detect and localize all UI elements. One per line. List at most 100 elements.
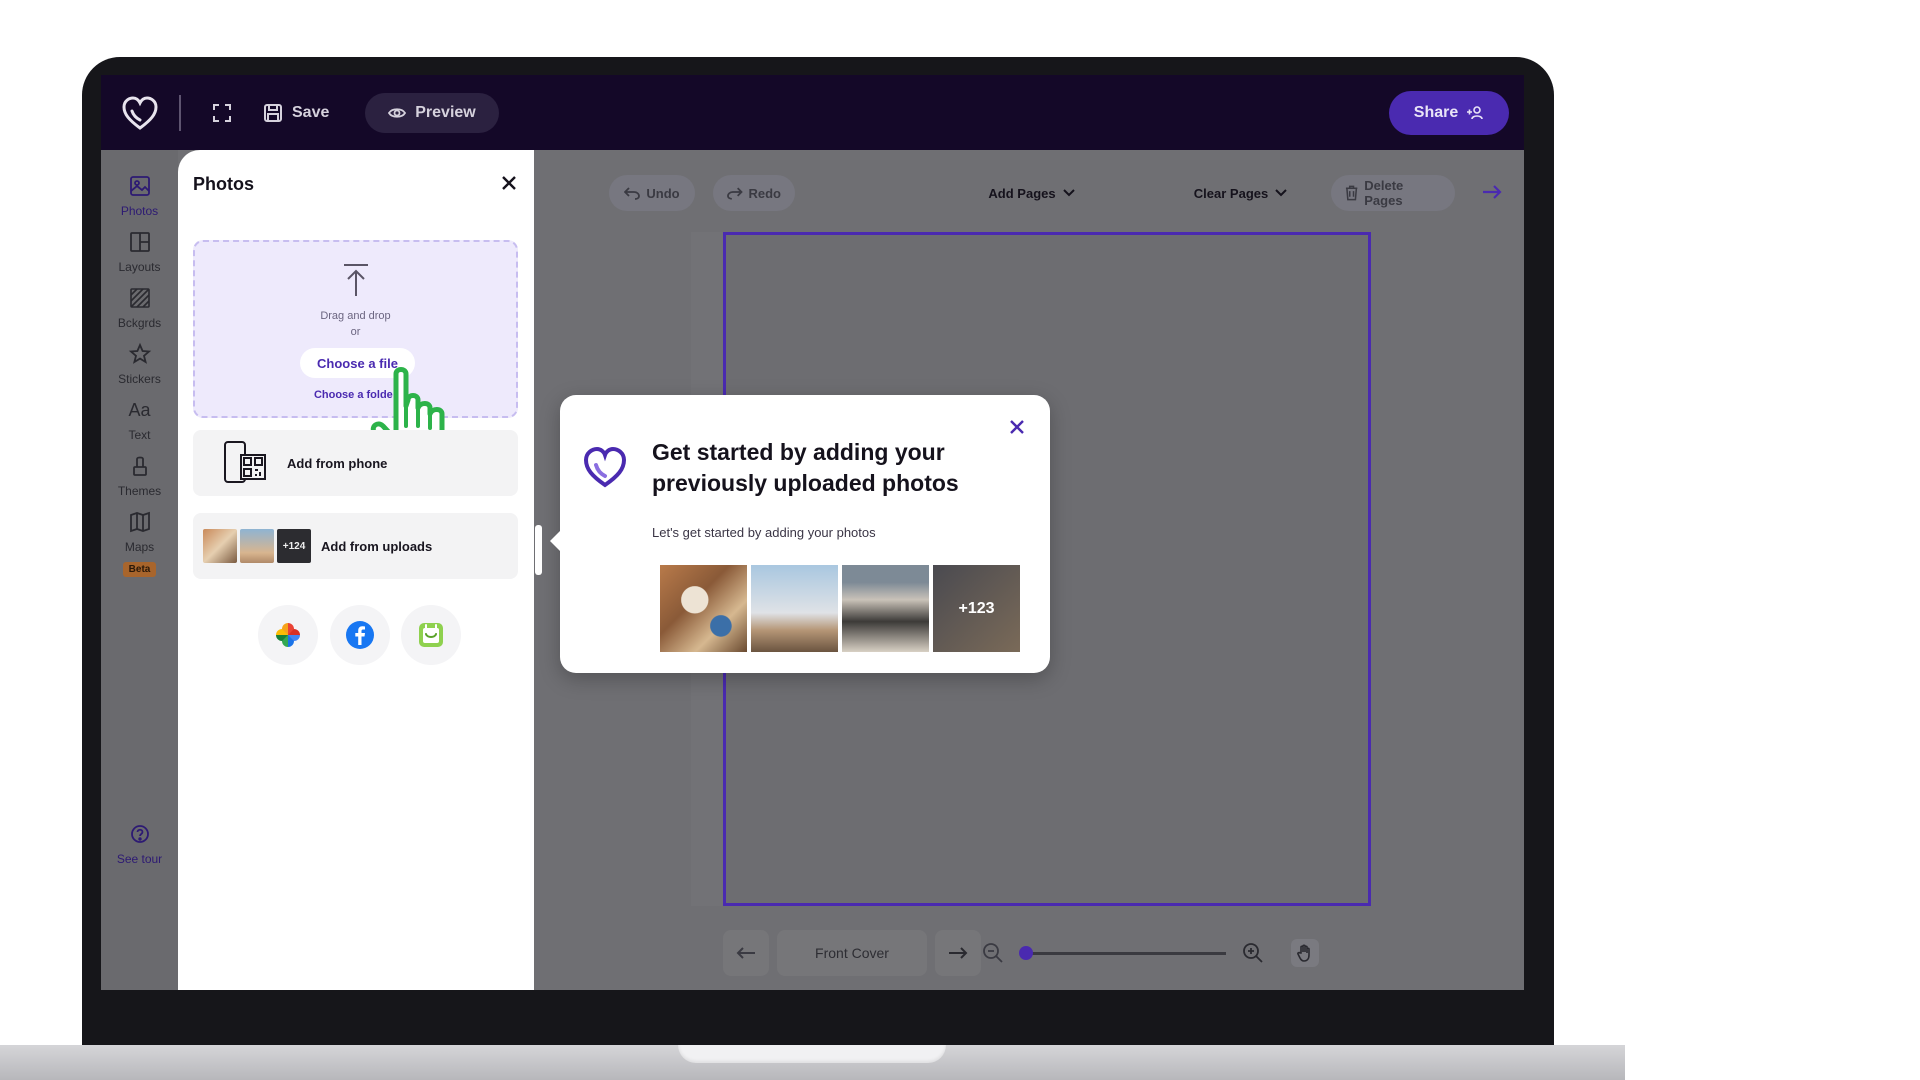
facebook-button[interactable] <box>330 605 390 665</box>
redo-icon <box>727 187 743 200</box>
rail-label: Layouts <box>118 260 161 274</box>
photos-icon <box>129 176 150 196</box>
popup-more-photos[interactable]: +123 <box>933 565 1020 652</box>
popup-photo[interactable] <box>842 565 929 652</box>
redo-button[interactable]: Redo <box>713 175 795 211</box>
star-icon <box>128 342 151 364</box>
add-pages-dropdown[interactable]: Add Pages <box>967 175 1097 211</box>
delete-pages-button[interactable]: Delete Pages <box>1331 175 1455 211</box>
upload-thumbnail <box>240 529 274 563</box>
add-user-icon <box>1467 106 1484 120</box>
map-icon <box>129 511 150 533</box>
delete-pages-label: Delete Pages <box>1364 178 1404 208</box>
rail-item-layouts[interactable]: Layouts <box>101 230 178 274</box>
rail-item-backgrounds[interactable]: Bckgrds <box>101 286 178 330</box>
rail-label: Themes <box>117 484 162 498</box>
left-rail: Photos Layouts Bckgrds Stickers Aa Text … <box>101 150 178 990</box>
app-screen: Save Preview Share Photos Layouts Bckgrd… <box>101 75 1524 990</box>
topbar-divider <box>179 95 181 131</box>
rail-item-photos[interactable]: Photos <box>101 174 178 218</box>
zoom-slider-knob[interactable] <box>1019 946 1033 960</box>
rail-label: Stickers <box>118 372 161 386</box>
get-started-popup: Get started by adding your previously up… <box>550 395 1050 673</box>
preview-button[interactable]: Preview <box>365 93 499 133</box>
hand-tool-button[interactable] <box>1291 939 1319 967</box>
arrow-left-icon <box>736 947 755 959</box>
text-icon: Aa <box>128 400 151 420</box>
panel-title: Photos <box>193 174 254 194</box>
page-name: Front Cover <box>815 945 889 961</box>
expand-icon <box>213 104 231 122</box>
next-page-button[interactable] <box>935 930 981 976</box>
undo-label: Undo <box>646 185 680 201</box>
or-text: or <box>350 326 361 338</box>
see-tour-label: See tour <box>116 852 163 866</box>
photos-panel: Photos Drag and drop or Choose a file Ch… <box>178 150 534 990</box>
add-from-phone-label: Add from phone <box>287 455 388 471</box>
add-from-uploads-button[interactable]: +124 Add from uploads <box>193 513 518 579</box>
save-label: Save <box>292 104 330 121</box>
popup-photo[interactable] <box>751 565 838 652</box>
save-icon <box>264 104 282 122</box>
beta-badge: Beta <box>122 562 157 577</box>
heart-logo-icon <box>583 446 627 488</box>
popup-title: Get started by adding your previously up… <box>652 439 959 496</box>
rail-item-themes[interactable]: Themes <box>101 454 178 498</box>
clear-pages-dropdown[interactable]: Clear Pages <box>1176 175 1306 211</box>
previous-page-button[interactable] <box>723 930 769 976</box>
heart-logo-icon[interactable] <box>121 95 159 131</box>
rail-label: Photos <box>120 204 159 218</box>
zoom-in-icon[interactable] <box>1241 941 1265 965</box>
arrow-right-icon[interactable] <box>1479 179 1505 205</box>
rail-label: Text <box>128 428 151 442</box>
popup-photo-strip[interactable]: +123 <box>660 565 1020 652</box>
photo-service-button[interactable] <box>401 605 461 665</box>
add-from-uploads-label: Add from uploads <box>321 538 433 554</box>
share-label: Share <box>1413 104 1459 121</box>
brush-icon <box>132 456 147 476</box>
upload-dropzone[interactable]: Drag and drop or Choose a file Choose a … <box>193 240 518 418</box>
undo-button[interactable]: Undo <box>609 175 695 211</box>
close-icon[interactable] <box>498 172 520 194</box>
rail-item-maps[interactable]: Maps Beta <box>101 510 178 577</box>
help-icon <box>130 825 149 843</box>
uploads-thumbnails: +124 <box>203 529 311 563</box>
arrow-right-icon <box>949 947 968 959</box>
panel-resize-handle[interactable] <box>535 525 542 575</box>
undo-icon <box>624 187 641 200</box>
google-photos-button[interactable] <box>258 605 318 665</box>
add-from-phone-button[interactable]: Add from phone <box>193 430 518 496</box>
chevron-down-icon <box>1062 189 1075 197</box>
redo-label: Redo <box>748 185 782 201</box>
facebook-icon <box>346 621 374 649</box>
popup-photo[interactable] <box>660 565 747 652</box>
hand-tool-icon <box>1297 944 1310 962</box>
see-tour-button[interactable]: See tour <box>101 822 178 866</box>
rail-label: Maps <box>124 540 155 554</box>
upload-arrow-icon <box>344 264 368 296</box>
layouts-icon <box>129 232 150 252</box>
rail-label: Bckgrds <box>117 316 162 330</box>
close-icon[interactable] <box>1007 417 1027 437</box>
add-pages-label: Add Pages <box>988 185 1056 201</box>
fullscreen-button[interactable] <box>211 93 237 133</box>
current-page-label: Front Cover <box>777 930 927 976</box>
trash-icon <box>1345 185 1358 201</box>
upload-thumbnail <box>203 529 237 563</box>
rail-item-text[interactable]: Aa Text <box>101 398 178 442</box>
eye-icon <box>388 108 407 118</box>
save-button[interactable]: Save <box>263 93 329 133</box>
drag-drop-text: Drag and drop <box>320 310 391 322</box>
uploads-count-badge: +124 <box>277 529 311 563</box>
rail-item-stickers[interactable]: Stickers <box>101 342 178 386</box>
phone-qr-icon <box>224 441 266 483</box>
backgrounds-icon <box>129 288 150 308</box>
share-button[interactable]: Share <box>1389 91 1509 135</box>
zoom-slider-track[interactable] <box>1026 952 1226 955</box>
chevron-down-icon <box>1275 189 1287 197</box>
google-photos-icon <box>276 623 300 647</box>
photo-service-icon <box>419 623 443 647</box>
zoom-out-icon[interactable] <box>981 941 1005 965</box>
top-bar: Save Preview Share <box>101 75 1524 150</box>
preview-label: Preview <box>415 104 476 121</box>
